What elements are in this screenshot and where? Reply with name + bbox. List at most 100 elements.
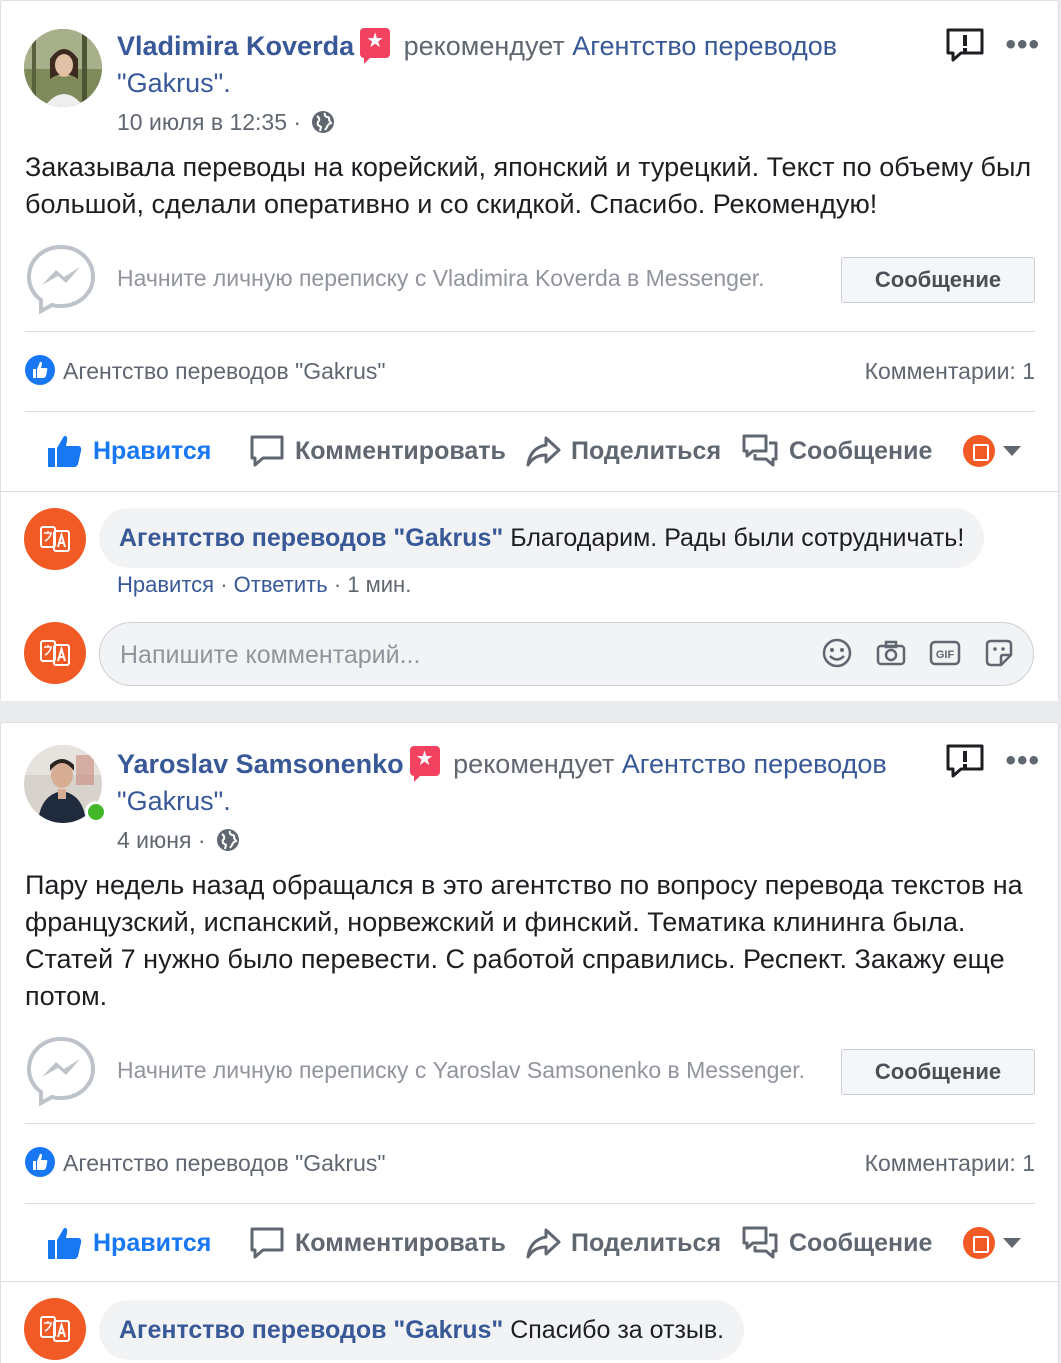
page-avatar-small <box>963 435 995 467</box>
camera-icon[interactable] <box>875 637 907 669</box>
globe-icon <box>312 111 335 133</box>
share-button[interactable]: Поделиться <box>525 1223 721 1263</box>
page-link[interactable]: Агентство переводов <box>622 749 887 779</box>
divider <box>25 331 1035 332</box>
send-message-button[interactable]: Сообщение <box>741 431 932 471</box>
like-reaction-icon[interactable] <box>25 355 55 385</box>
online-status-dot <box>85 801 107 823</box>
thumbs-up-icon <box>48 1227 82 1259</box>
translate-logo-icon <box>40 640 70 666</box>
report-icon[interactable] <box>945 27 985 63</box>
comment-button[interactable]: Комментировать <box>249 431 506 471</box>
likes-by-text[interactable]: Агентство переводов "Gakrus" <box>63 358 386 385</box>
share-icon <box>526 1228 561 1259</box>
sticker-icon[interactable] <box>983 637 1015 669</box>
report-icon[interactable] <box>945 743 985 779</box>
recommends-label: рекомендует <box>453 749 615 779</box>
page-selector[interactable] <box>963 431 1021 471</box>
reply-comment: Агентство переводов "Gakrus" Благодарим.… <box>99 508 985 568</box>
translate-logo-icon <box>40 526 70 552</box>
divider <box>25 1123 1035 1124</box>
svg-text:GIF: GIF <box>936 649 955 661</box>
page-link[interactable]: Агентство переводов <box>572 31 837 61</box>
reply-author[interactable]: Агентство переводов "Gakrus" <box>119 524 503 552</box>
like-reaction-icon[interactable] <box>25 1147 55 1177</box>
like-label: Нравится <box>93 436 212 465</box>
post-header: Vladimira Koverda рекомендует Агентство … <box>117 28 917 102</box>
reply-meta: Нравится · Ответить · 1 мин. <box>117 572 412 597</box>
comment-icon <box>250 1227 284 1259</box>
comment-placeholder: Напишите комментарий... <box>120 641 421 669</box>
comments-section: Агентство переводов "Gakrus" Благодарим.… <box>1 491 1058 701</box>
page-link-suffix[interactable]: "Gakrus". <box>117 786 231 816</box>
timestamp[interactable]: 4 июня · <box>117 827 206 853</box>
like-label: Нравится <box>93 1228 212 1257</box>
message-button[interactable]: Сообщение <box>841 257 1035 303</box>
author-name[interactable]: Yaroslav Samsonenko <box>117 749 404 779</box>
reply-author[interactable]: Агентство переводов "Gakrus" <box>119 1316 503 1344</box>
messenger-icon <box>26 244 96 315</box>
page-avatar[interactable] <box>24 508 86 570</box>
gif-icon[interactable]: GIF <box>929 637 961 669</box>
messenger-prompt-row: Начните личную переписку с Yaroslav Sams… <box>25 1031 1035 1111</box>
divider <box>25 411 1035 412</box>
messenger-prompt-text: Начните личную переписку с Vladimira Kov… <box>117 265 765 291</box>
message-label: Сообщение <box>789 1228 933 1257</box>
post-actions: Нравится Комментировать Поделиться Сообщ… <box>25 1215 1035 1275</box>
recommendation-icon <box>360 28 391 64</box>
share-button[interactable]: Поделиться <box>525 431 721 471</box>
globe-icon <box>216 829 239 851</box>
page-avatar-small <box>963 1227 995 1259</box>
reply-reply-link[interactable]: Ответить <box>234 572 328 597</box>
recommends-label: рекомендует <box>403 31 565 61</box>
recommendation-icon <box>409 746 440 782</box>
page-link-suffix[interactable]: "Gakrus". <box>117 68 231 98</box>
post-card: Vladimira Koverda рекомендует Агентство … <box>0 0 1059 701</box>
comment-label: Комментировать <box>295 436 506 465</box>
message-button[interactable]: Сообщение <box>841 1049 1035 1095</box>
share-label: Поделиться <box>571 436 722 465</box>
more-options-icon[interactable]: ••• <box>1005 30 1040 60</box>
avatar[interactable] <box>24 29 102 107</box>
likes-by-text[interactable]: Агентство переводов "Gakrus" <box>63 1150 386 1177</box>
divider <box>25 1203 1035 1204</box>
emoji-icon[interactable] <box>821 637 853 669</box>
page-avatar[interactable] <box>24 1298 86 1360</box>
share-label: Поделиться <box>571 1228 722 1257</box>
send-message-button[interactable]: Сообщение <box>741 1223 932 1263</box>
more-options-icon[interactable]: ••• <box>1005 746 1040 776</box>
comment-input[interactable]: Напишите комментарий... GIF <box>99 622 1034 686</box>
messages-icon <box>742 434 778 467</box>
translate-logo-icon <box>40 1316 70 1342</box>
post-top-icons: ••• <box>945 743 1040 779</box>
messenger-prompt-text: Начните личную переписку с Yaroslav Sams… <box>117 1057 806 1083</box>
message-label: Сообщение <box>789 436 933 465</box>
author-name[interactable]: Vladimira Koverda <box>117 31 354 61</box>
page-avatar[interactable] <box>24 622 86 684</box>
reply-text: Спасибо за отзыв. <box>510 1316 725 1344</box>
likes-summary: Агентство переводов "Gakrus" Комментарии… <box>25 353 1035 393</box>
reply-comment: Агентство переводов "Gakrus" Спасибо за … <box>99 1300 745 1360</box>
reply-like-link[interactable]: Нравится <box>117 572 214 597</box>
comment-input-icons: GIF <box>821 637 1015 669</box>
timestamp[interactable]: 10 июля в 12:35 · <box>117 109 301 135</box>
messenger-prompt-row: Начните личную переписку с Vladimira Kov… <box>25 239 1035 319</box>
comments-count[interactable]: Комментарии: 1 <box>865 1150 1035 1177</box>
like-button[interactable]: Нравится <box>47 431 211 471</box>
comment-button[interactable]: Комментировать <box>249 1223 506 1263</box>
comments-count[interactable]: Комментарии: 1 <box>865 358 1035 385</box>
post-header: Yaroslav Samsonenko рекомендует Агентств… <box>117 746 917 820</box>
post-top-icons: ••• <box>945 27 1040 63</box>
reply-text: Благодарим. Рады были сотрудничать! <box>510 524 965 552</box>
comments-section: Агентство переводов "Gakrus" Спасибо за … <box>1 1281 1058 1363</box>
post-meta: 4 июня · <box>117 825 240 855</box>
likes-summary: Агентство переводов "Gakrus" Комментарии… <box>25 1145 1035 1185</box>
thumbs-up-icon <box>48 435 82 467</box>
post-body: Заказывала переводы на корейский, японск… <box>25 152 1032 219</box>
post-card: Yaroslav Samsonenko рекомендует Агентств… <box>0 722 1059 1363</box>
messages-icon <box>742 1226 778 1259</box>
page-selector[interactable] <box>963 1223 1021 1263</box>
reply-time[interactable]: 1 мин. <box>347 572 411 597</box>
post-meta: 10 июля в 12:35 · <box>117 107 335 137</box>
like-button[interactable]: Нравится <box>47 1223 211 1263</box>
